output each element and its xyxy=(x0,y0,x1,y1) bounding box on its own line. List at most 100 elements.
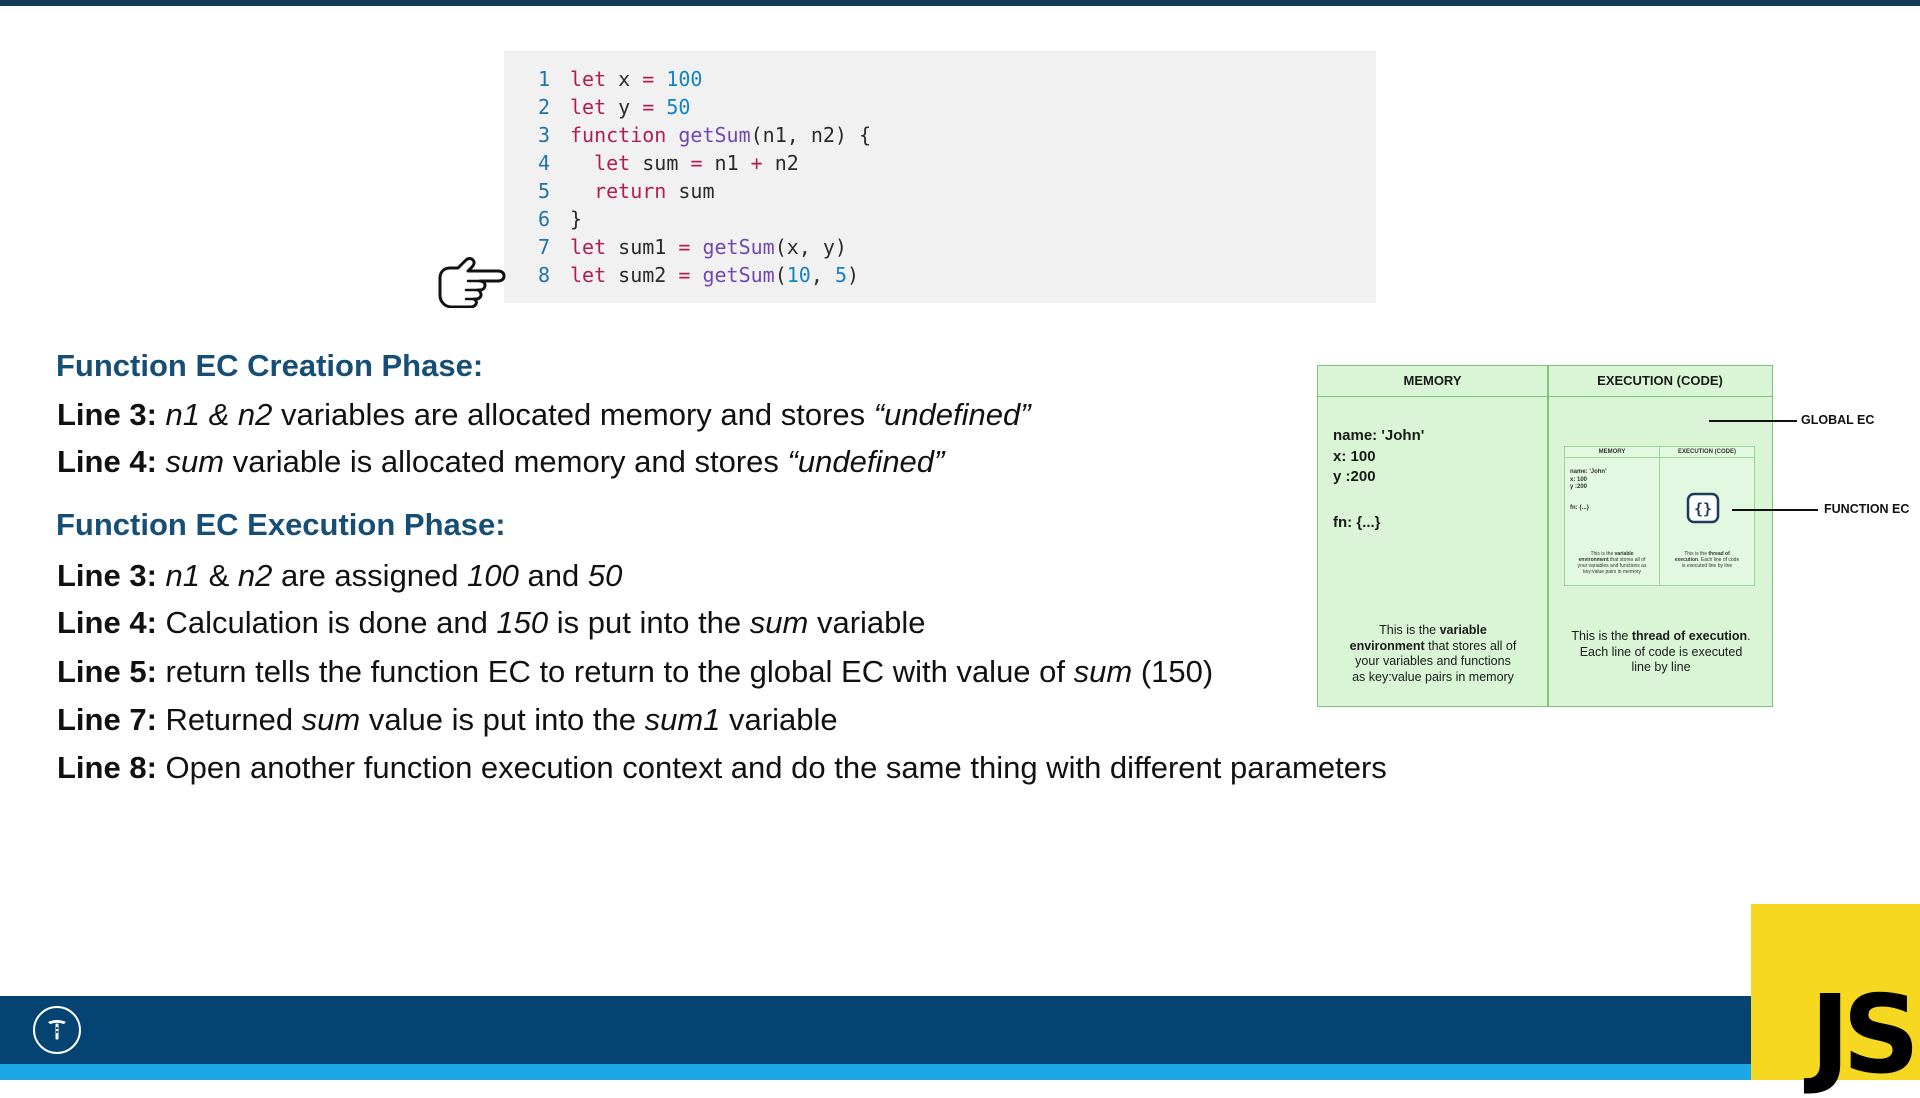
footer-logo[interactable] xyxy=(33,1006,81,1054)
code-token: 10 xyxy=(786,263,811,287)
memory-values: name: 'John' x: 100 y :200 xyxy=(1333,426,1424,488)
code-line-number: 6 xyxy=(537,207,550,231)
creation-line: Line 3: n1 & n2 variables are allocated … xyxy=(57,397,1031,433)
mini-memory-value-name: name: 'John' xyxy=(1570,469,1607,475)
line-text-segment: return tells the function EC to return t… xyxy=(165,654,1074,689)
code-token: sum xyxy=(630,151,691,175)
line-text-segment: is put into the xyxy=(548,605,750,640)
line-label: Line 8: xyxy=(57,750,157,785)
mini-memory-header: MEMORY xyxy=(1565,447,1659,458)
execution-context-diagram: MEMORY EXECUTION (CODE) name: 'John' x: … xyxy=(1317,365,1773,707)
code-token: = xyxy=(690,151,703,175)
code-token: n1 xyxy=(702,151,751,175)
mini-memory-caption: This is the variable environment that st… xyxy=(1577,551,1647,575)
line-text-segment: (150) xyxy=(1132,654,1214,689)
line-text-segment: are assigned xyxy=(272,558,468,593)
code-token: 100 xyxy=(666,67,703,91)
line-text-segment: variable is allocated memory and stores xyxy=(224,444,788,479)
code-token: = xyxy=(642,95,655,119)
code-token: + xyxy=(750,151,763,175)
code-token: 5 xyxy=(834,263,847,287)
line-label: Line 3: xyxy=(57,558,157,593)
line-text-segment: sum xyxy=(301,702,361,737)
execution-line: Line 5: return tells the function EC to … xyxy=(57,654,1213,690)
tesla-style-logo-icon xyxy=(48,1020,66,1040)
code-token: = xyxy=(678,235,691,259)
memory-value-x: x: 100 xyxy=(1333,447,1376,465)
code-token: sum1 xyxy=(606,235,679,259)
line-text-segment: Calculation is done and xyxy=(165,605,497,640)
code-line: 3 function getSum (n1, n2) { xyxy=(504,121,1376,149)
function-ec-label: FUNCTION EC xyxy=(1824,502,1910,516)
code-token: getSum xyxy=(678,123,751,147)
execution-line: Line 4: Calculation is done and 150 is p… xyxy=(57,605,926,641)
memory-caption: This is the variable environment that st… xyxy=(1349,623,1517,684)
function-ec-pointer-line xyxy=(1732,509,1818,511)
mini-memory-values: name: 'John' x: 100 y :200 xyxy=(1570,469,1607,492)
function-ec-mini-diagram: MEMORY EXECUTION (CODE) name: 'John' x: … xyxy=(1564,446,1755,586)
code-token: let xyxy=(570,263,607,287)
mini-memory-value-fn: fn: {...} xyxy=(1570,505,1589,511)
code-line: 2 let y = 50 xyxy=(504,93,1376,121)
code-token: getSum xyxy=(702,263,775,287)
execution-phase-heading: Function EC Execution Phase: xyxy=(56,507,506,542)
code-token: let xyxy=(570,235,607,259)
line-text-segment: 150 xyxy=(496,605,549,640)
line-text-segment: variable xyxy=(720,702,838,737)
line-text-segment: Returned xyxy=(165,702,302,737)
code-line: 7 let sum1 = getSum (x, y) xyxy=(504,233,1376,261)
code-token: ( xyxy=(774,263,787,287)
code-token: sum2 xyxy=(606,263,679,287)
execution-line: Line 3: n1 & n2 are assigned 100 and 50 xyxy=(57,558,622,594)
code-token: (n1, n2) { xyxy=(750,123,872,147)
code-token: ) xyxy=(847,263,860,287)
line-text-segment: sum xyxy=(165,444,225,479)
code-token: let xyxy=(570,95,607,119)
code-line: 4 let sum = n1 + n2 xyxy=(504,149,1376,177)
memory-header: MEMORY xyxy=(1318,366,1547,397)
line-label: Line 7: xyxy=(57,702,157,737)
line-label: Line 4: xyxy=(57,605,157,640)
line-label: Line 3: xyxy=(57,397,157,432)
code-token: = xyxy=(678,263,691,287)
execution-line: Line 8: Open another function execution … xyxy=(57,750,1387,786)
global-ec-label: GLOBAL EC xyxy=(1801,413,1875,427)
line-text-segment: and xyxy=(518,558,588,593)
code-line-number: 4 xyxy=(537,151,550,175)
top-accent-bar xyxy=(0,0,1920,6)
code-line: 6} xyxy=(504,205,1376,233)
js-logo-badge: JS xyxy=(1751,904,1920,1090)
code-token: , xyxy=(810,263,835,287)
line-text-segment: sum xyxy=(749,605,809,640)
code-line-number: 2 xyxy=(537,95,550,119)
pointing-hand-icon xyxy=(438,257,506,308)
line-text-segment: Open another function execution context … xyxy=(165,750,1387,785)
code-line: 1 let x = 100 xyxy=(504,65,1376,93)
code-token: y xyxy=(606,95,643,119)
line-label: Line 5: xyxy=(57,654,157,689)
line-text-segment: n1 xyxy=(165,397,201,432)
line-text-segment: & xyxy=(200,397,238,432)
code-token: x xyxy=(606,67,643,91)
execution-line: Line 7: Returned sum value is put into t… xyxy=(57,702,838,738)
code-line: 8 let sum2 = getSum(10, 5) xyxy=(504,261,1376,289)
execution-caption: This is the thread of execution. Each li… xyxy=(1571,629,1751,674)
code-token: function xyxy=(570,123,667,147)
footer-accent-strip xyxy=(0,1064,1751,1080)
line-text-segment: & xyxy=(200,558,238,593)
line-text-segment: n2 xyxy=(237,558,273,593)
mini-column-divider xyxy=(1659,447,1660,585)
code-line-number: 5 xyxy=(537,179,550,203)
line-text-segment: “undefined” xyxy=(873,397,1031,432)
curly-braces-icon: {} xyxy=(1686,492,1720,524)
memory-value-y: y :200 xyxy=(1333,468,1376,485)
line-text-segment: n1 xyxy=(165,558,201,593)
code-line-number: 1 xyxy=(537,67,550,91)
line-text-segment: value is put into the xyxy=(360,702,645,737)
